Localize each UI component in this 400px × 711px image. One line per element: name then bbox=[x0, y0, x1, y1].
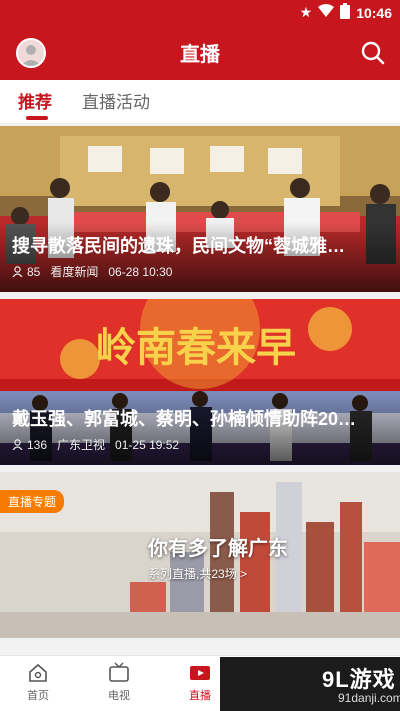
news-source: 看度新闻 bbox=[50, 265, 99, 279]
news-headline: 戴玉强、郭富城、蔡明、孙楠倾情助阵20… bbox=[12, 409, 357, 429]
tab-live-activities[interactable]: 直播活动 bbox=[82, 88, 150, 113]
view-count: 85 bbox=[12, 265, 40, 279]
star-icon: ★ bbox=[299, 4, 313, 20]
view-count-value: 85 bbox=[27, 264, 41, 279]
news-source: 广东卫视 bbox=[57, 438, 106, 452]
wifi-icon bbox=[318, 4, 335, 21]
home-icon bbox=[29, 663, 47, 682]
news-meta: 85 看度新闻 06-28 10:30 bbox=[12, 263, 172, 280]
news-time: 06-28 10:30 bbox=[108, 264, 173, 279]
special-topic-card[interactable]: 直播专题 你有多了解广东 系列直播,共23场 > bbox=[0, 472, 400, 638]
live-icon bbox=[190, 666, 210, 680]
nav-tv[interactable]: 电视 bbox=[89, 662, 149, 703]
nav-home[interactable]: 首页 bbox=[8, 662, 68, 703]
view-count: 136 bbox=[12, 438, 47, 452]
news-time: 01-25 19:52 bbox=[115, 437, 180, 452]
tab-recommend[interactable]: 推荐 bbox=[18, 88, 52, 113]
nav-home-label: 首页 bbox=[27, 690, 49, 702]
nav-tv-label: 电视 bbox=[108, 690, 130, 702]
battery-icon bbox=[340, 3, 351, 22]
special-topic-title: 你有多了解广东 bbox=[148, 538, 288, 560]
news-headline: 搜寻散落民间的遗珠，民间文物“蓉城雅… bbox=[12, 236, 345, 256]
page-title: 直播 bbox=[180, 44, 220, 66]
app-header: 直播 bbox=[0, 24, 400, 80]
feed-card[interactable]: 搜寻散落民间的遗珠，民间文物“蓉城雅… 85 看度新闻 06-28 10:30 bbox=[0, 126, 400, 292]
stage-backdrop-art: 岭南春来早 bbox=[96, 324, 296, 371]
user-icon bbox=[12, 439, 23, 450]
news-meta: 136 广东卫视 01-25 19:52 bbox=[12, 436, 179, 453]
special-topic-subtitle[interactable]: 系列直播,共23场 > bbox=[148, 565, 247, 582]
search-button[interactable] bbox=[360, 40, 386, 66]
search-icon bbox=[361, 41, 385, 65]
status-time: 10:46 bbox=[356, 4, 392, 21]
tab-bar: 推荐 直播活动 bbox=[0, 80, 400, 124]
nav-live-label: 直播 bbox=[189, 690, 211, 702]
special-topic-tag: 直播专题 bbox=[0, 490, 65, 513]
site-watermark: 9L游戏 91danji.com bbox=[220, 657, 400, 711]
tv-icon bbox=[109, 662, 129, 682]
active-tab-indicator bbox=[26, 116, 48, 120]
watermark-brand: 9L游戏 bbox=[322, 667, 396, 692]
user-icon bbox=[12, 266, 23, 277]
feed-card[interactable]: 岭南春来早 戴玉强、郭富城、蔡明、孙楠倾情助阵20… 136 广东卫视 01-2… bbox=[0, 299, 400, 465]
view-count-value: 136 bbox=[27, 437, 48, 452]
status-bar: ★ 10:46 bbox=[0, 0, 400, 24]
watermark-url: 91danji.com bbox=[338, 691, 400, 705]
